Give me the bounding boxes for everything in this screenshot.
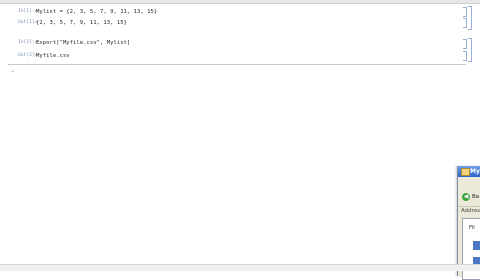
file-tasks-label: Fil [469,225,475,231]
cell-bracket-input-1[interactable] [463,7,467,17]
input-label-2: In[2]:= [18,40,38,45]
insertion-cursor-icon: ⌄ [10,67,16,74]
output-label-1: Out[1]= [18,20,38,25]
address-bar[interactable]: Address [458,206,480,217]
input-text-1[interactable]: Mylist = {2, 3, 5, 7, 9, 11, 13, 15} [36,7,157,17]
input-text-2[interactable]: Export["Myfile.csv", Mylist] [36,38,130,48]
explorer-toolbar: ◀ Ba [458,192,480,204]
cell-bracket-input-2[interactable] [463,39,467,49]
explorer-window[interactable]: My ◀ Ba Address Fil [457,166,480,280]
explorer-titlebar[interactable]: My [458,166,480,177]
output-label-2: Out[2]= [18,53,38,58]
group-bracket-2[interactable] [468,38,472,62]
folder-icon [461,168,470,176]
back-button-label[interactable]: Ba [472,192,479,202]
back-arrow-icon[interactable]: ◀ [462,193,470,201]
address-label: Address [461,208,480,214]
file-icon[interactable] [473,241,480,250]
notebook-area[interactable]: In[1]:= Mylist = {2, 3, 5, 7, 9, 11, 13,… [0,4,480,270]
group-bracket-1[interactable] [468,6,472,30]
cell-bracket-output-2[interactable] [463,51,467,61]
input-label-1: In[1]:= [18,9,38,14]
explorer-title: My [470,168,480,175]
output-text-1[interactable]: {2, 3, 5, 7, 9, 11, 13, 15} [36,18,127,28]
cell-bracket-output-1[interactable] [463,18,467,28]
output-text-2[interactable]: Myfile.csv [36,51,70,61]
cell-insertion-line[interactable] [8,64,466,65]
